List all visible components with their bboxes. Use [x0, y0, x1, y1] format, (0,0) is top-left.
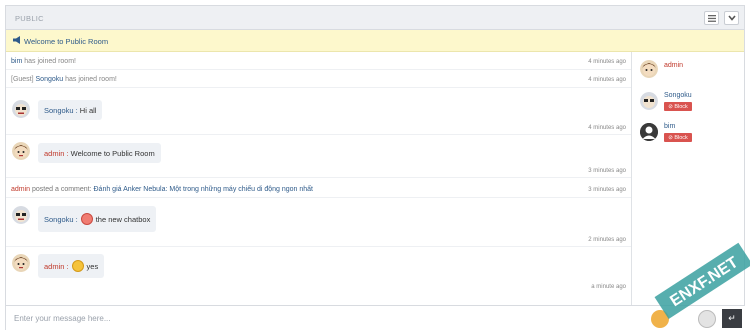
admin-avatar[interactable] [12, 142, 30, 160]
message-text: Welcome to Public Room [70, 148, 155, 158]
divider [6, 134, 631, 135]
chevron-down-icon [727, 15, 736, 21]
default-avatar[interactable] [640, 123, 658, 141]
message-input[interactable] [6, 306, 646, 330]
user-name[interactable]: bim [664, 123, 675, 130]
message-author[interactable]: admin [44, 262, 64, 271]
star-eyes-emoji [71, 260, 84, 272]
block-button[interactable]: ⊘ Block [664, 102, 692, 111]
divider [6, 246, 631, 247]
comment-link[interactable]: Đánh giá Anker Nebula: Một trong những m… [94, 186, 314, 193]
message-author[interactable]: Songoku [44, 215, 74, 224]
admin-avatar[interactable] [640, 60, 658, 78]
user-name[interactable]: admin [664, 62, 683, 69]
message-time: 3 minutes ago [588, 187, 626, 193]
emoji-button[interactable] [651, 310, 669, 328]
songoku-avatar[interactable] [640, 92, 658, 110]
message-time: 2 minutes ago [588, 237, 626, 243]
message-text: Hi all [79, 105, 97, 115]
message-bubble: admin: Welcome to Public Room [38, 143, 161, 163]
sticker-button[interactable] [698, 310, 716, 328]
room-title: PUBLIC [15, 14, 44, 23]
message-bubble: admin: yes [38, 254, 105, 278]
online-users-panel: admin Songoku ⊘ Block bim ⊘ Block [631, 52, 745, 305]
system-text: has joined room! [22, 58, 76, 65]
comment-user[interactable]: admin [11, 186, 30, 193]
face-emoji [80, 213, 93, 225]
message-time: a minute ago [591, 284, 626, 290]
chatbox-header: PUBLIC [6, 6, 744, 30]
songoku-avatar[interactable] [12, 100, 30, 118]
message-time: 3 minutes ago [588, 168, 626, 174]
message-bubble: Songoku: the new chatbox [38, 206, 157, 232]
user-name[interactable]: Songoku [664, 92, 692, 99]
message-text: yes [86, 261, 99, 271]
songoku-avatar[interactable] [12, 206, 30, 224]
comment-notice: admin posted a comment: Đánh giá Anker N… [6, 180, 631, 198]
guest-prefix: [Guest] [11, 76, 36, 83]
notice-text: Welcome to Public Room [24, 37, 109, 46]
megaphone-icon [13, 36, 22, 46]
message-bubble: Songoku: Hi all [38, 100, 103, 120]
collapse-button[interactable] [724, 11, 739, 25]
system-text: has joined room! [63, 76, 117, 83]
composer: ↵ [6, 305, 745, 330]
admin-avatar[interactable] [12, 254, 30, 272]
message-time: 4 minutes ago [588, 59, 626, 65]
message-time: 4 minutes ago [588, 77, 626, 83]
message-author[interactable]: Songoku [44, 106, 74, 115]
list-icon [707, 14, 716, 22]
divider [6, 177, 631, 178]
system-user[interactable]: bim [11, 58, 22, 65]
chatbox: PUBLIC Welcome to Public Room bim has jo… [5, 5, 745, 330]
block-button[interactable]: ⊘ Block [664, 133, 692, 142]
room-notice: Welcome to Public Room [6, 30, 744, 52]
system-user[interactable]: Songoku [36, 76, 64, 83]
message-author[interactable]: admin [44, 149, 64, 158]
message-list[interactable]: bim has joined room! 4 minutes ago [Gues… [6, 52, 631, 305]
comment-action: posted a comment: [30, 186, 94, 193]
message-text: the new chatbox [95, 214, 151, 224]
message-time: 4 minutes ago [588, 125, 626, 131]
system-message: [Guest] Songoku has joined room! 4 minut… [6, 70, 631, 88]
menu-button[interactable] [704, 11, 719, 25]
send-button[interactable]: ↵ [722, 309, 742, 328]
system-message: bim has joined room! 4 minutes ago [6, 52, 631, 70]
enter-icon: ↵ [728, 313, 736, 323]
